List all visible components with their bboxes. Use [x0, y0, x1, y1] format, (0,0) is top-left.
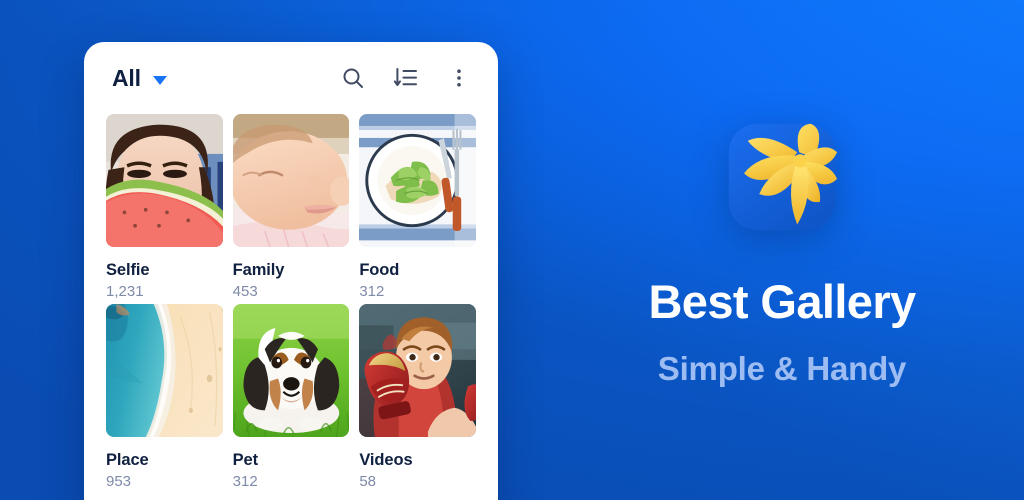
album-item[interactable]: Place 953 [106, 304, 223, 490]
album-thumbnail-pet[interactable] [232, 304, 350, 437]
search-icon[interactable] [340, 65, 366, 91]
overflow-menu-icon[interactable] [446, 65, 472, 91]
album-label: Food [359, 261, 400, 279]
album-thumbnail-food[interactable] [359, 114, 476, 247]
album-label: Family [232, 261, 285, 279]
page-title: Best Gallery [648, 275, 916, 328]
album-label: Place [106, 451, 149, 469]
album-count: 58 [359, 473, 377, 490]
album-label: Selfie [106, 261, 150, 279]
album-thumbnail-selfie[interactable] [106, 114, 223, 247]
album-thumbnail-family[interactable] [232, 114, 350, 247]
album-item[interactable]: Family 453 [232, 114, 350, 300]
album-grid: Selfie 1,231 Family 453 Food 312 Place 9… [84, 114, 498, 490]
album-label: Videos [359, 451, 413, 469]
gallery-app-card: All Selfie 1,231 Family 453 Food 312 Pla… [84, 42, 498, 500]
album-filter-dropdown[interactable]: All [112, 65, 167, 92]
promo-banner: All Selfie 1,231 Family 453 Food 312 Pla… [0, 0, 1024, 500]
best-gallery-leaf-icon [725, 118, 839, 236]
album-item[interactable]: Food 312 [359, 114, 476, 300]
album-count: 453 [232, 283, 258, 300]
app-bar-actions [340, 65, 472, 91]
album-count: 312 [232, 473, 258, 490]
album-label: Pet [232, 451, 259, 469]
album-item[interactable]: Videos 58 [359, 304, 476, 490]
promo-panel: Best Gallery Simple & Handy [540, 0, 1024, 500]
album-count: 312 [359, 283, 385, 300]
album-thumbnail-videos[interactable] [359, 304, 476, 437]
page-subtitle: Simple & Handy [657, 350, 907, 387]
album-item[interactable]: Pet 312 [232, 304, 350, 490]
chevron-down-icon [152, 75, 167, 85]
album-count: 1,231 [106, 283, 144, 300]
sort-icon[interactable] [393, 65, 419, 91]
album-filter-label: All [112, 64, 141, 91]
app-bar: All [84, 42, 498, 114]
album-thumbnail-place[interactable] [106, 304, 223, 437]
album-item[interactable]: Selfie 1,231 [106, 114, 223, 300]
album-count: 953 [106, 473, 132, 490]
